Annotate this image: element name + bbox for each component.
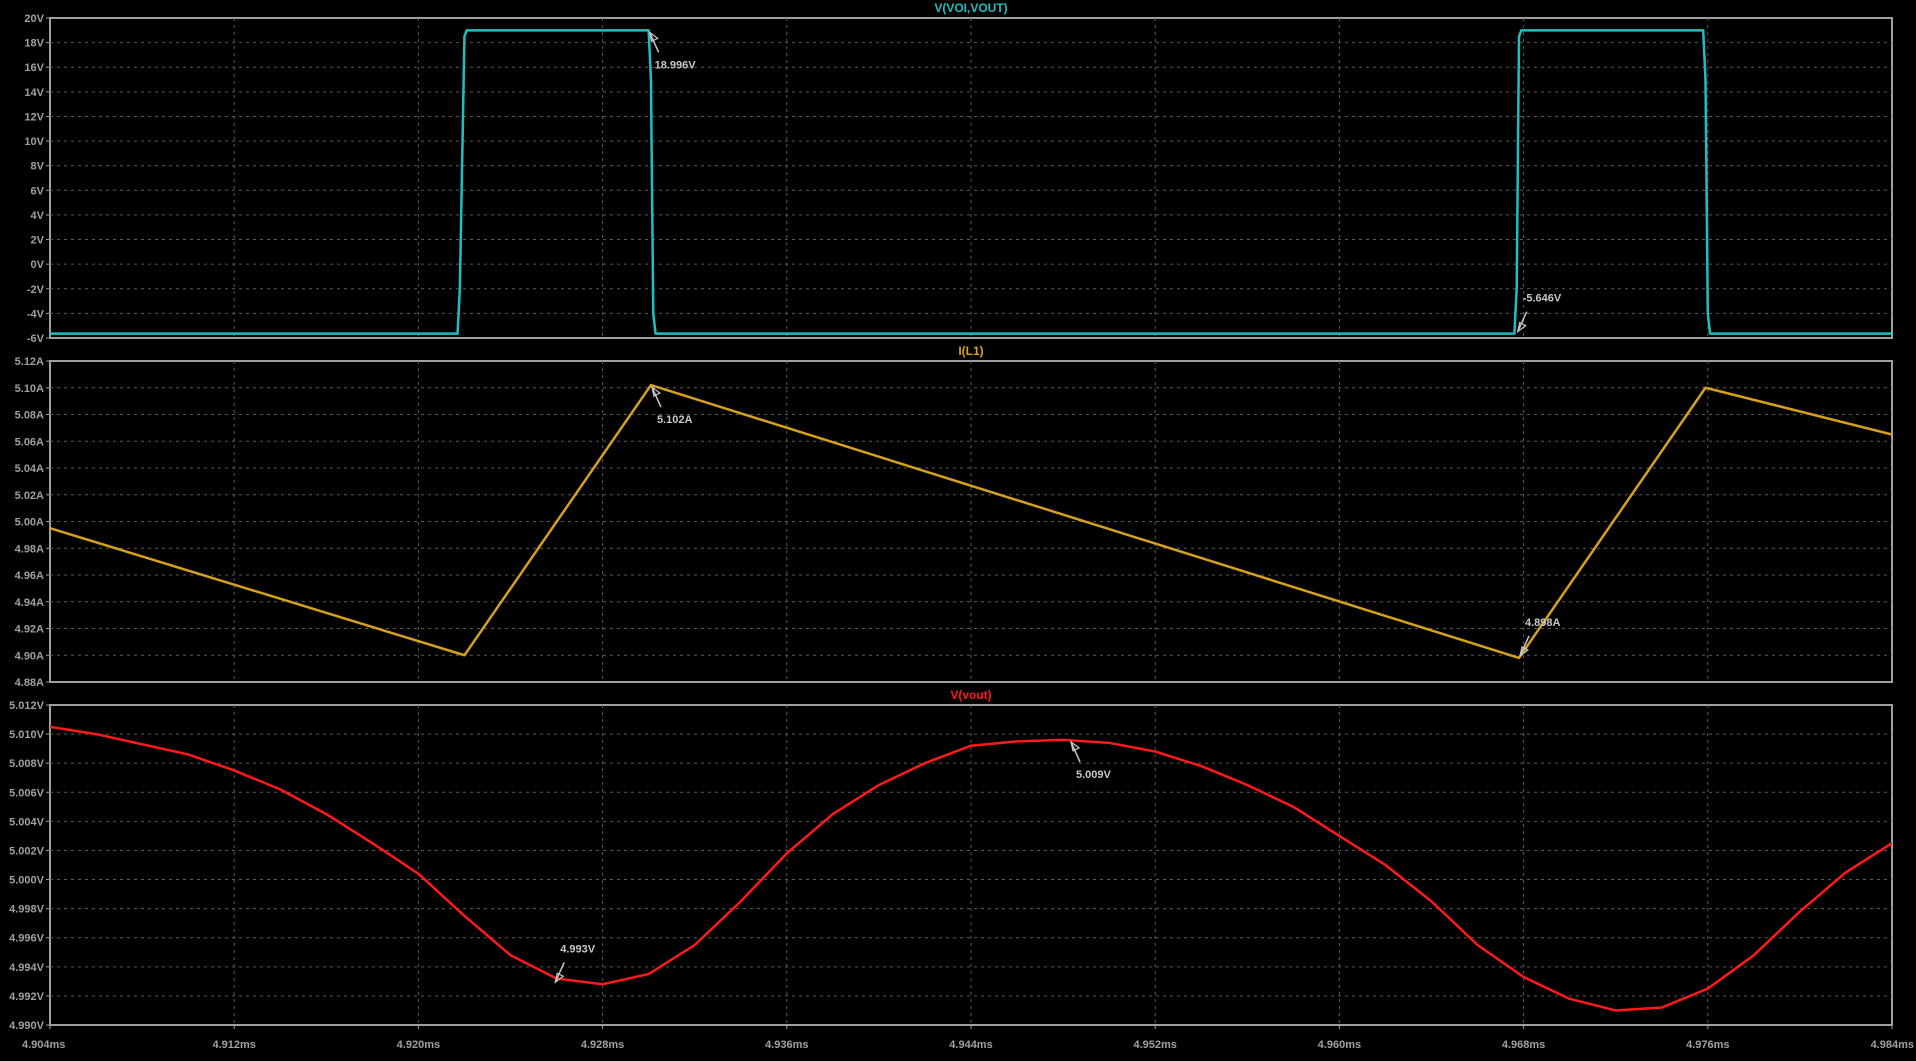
x-tick-label: 4.960ms [1318,1039,1361,1051]
waveform-plots: 20V 18V 16V 14V 12V 10V 8V 6V 4V 2V 0V -2V -4V -6V V(V… [9,1,1914,1051]
y-tick-label: 8V [31,161,45,173]
y-tick-label: 5.12A [15,356,44,368]
y-tick-label: 4.90A [15,650,44,662]
annotation-label: 4.993V [560,943,596,955]
x-tick-label: 4.952ms [1133,1039,1176,1051]
y-tick-label: 4.98A [15,543,44,555]
cursor-annotation: -5.646V [1516,293,1562,334]
y-tick-label: 4.94A [15,597,44,609]
y-tick-label: 5.08A [15,410,44,422]
y-tick-label: 5.06A [15,436,44,448]
annotation-arrow-head [1070,740,1081,752]
trace-title: V(VOI,VOUT) [934,1,1007,15]
y-tick-label: 5.004V [9,816,45,828]
y-tick-label: 5.000V [9,875,45,887]
x-tick-label: 4.944ms [949,1039,992,1051]
y-tick-label: 4.998V [9,904,45,916]
y-tick-label: 20V [24,13,44,25]
trace-title: V(vout) [950,688,991,702]
y-tick-label: -2V [27,284,45,296]
x-axis: 4.904ms 4.912ms 4.920ms 4.928ms 4.936ms 4.944… [22,1025,1914,1051]
y-tick-label: 4V [31,210,45,222]
y-tick-label: 5.008V [9,758,45,770]
y-tick-label: 16V [24,62,44,74]
pane-frame [49,704,1893,1026]
annotation-arrow-head [1516,321,1527,334]
annotation-label: 4.898A [1525,617,1561,629]
y-tick-label: 5.006V [9,787,45,799]
y-tick-label: 14V [24,87,44,99]
x-tick-label: 4.936ms [765,1039,808,1051]
annotation-label: 5.102A [657,414,693,426]
y-tick-label: 4.996V [9,933,45,945]
y-tick-label: 0V [31,259,45,271]
cursor-annotation: 5.009V [1070,740,1112,781]
cursor-annotation: 4.898A [1519,617,1561,658]
pane-frame [49,17,1893,339]
x-tick-label: 4.928ms [581,1039,624,1051]
y-tick-label: 6V [31,185,45,197]
annotation-label: 5.009V [1076,769,1112,781]
cursor-annotation: 4.993V [554,943,596,984]
x-tick-label: 4.904ms [22,1039,65,1051]
y-tick-label: 4.994V [9,962,45,974]
y-tick-label: 4.96A [15,570,44,582]
y-tick-label: 4.990V [9,1020,45,1032]
pane-1: 20V 18V 16V 14V 12V 10V 8V 6V 4V 2V 0V -2V -4V -6V V(V… [24,1,1893,345]
y-tick-label: 10V [24,136,44,148]
annotation-label: -5.646V [1523,293,1562,305]
y-tick-label: 5.00A [15,517,44,529]
trace-title: I(L1) [958,344,983,358]
y-tick-label: 2V [31,235,45,247]
y-tick-label: 4.88A [15,677,44,689]
y-tick-label: 5.010V [9,729,45,741]
x-tick-label: 4.968ms [1502,1039,1545,1051]
pane-frame [49,360,1893,683]
waveform-viewer: 20V 18V 16V 14V 12V 10V 8V 6V 4V 2V 0V -2V -4V -6V V(V… [0,0,1916,1056]
cursor-annotation: 18.996V [648,30,697,71]
y-tick-label: 5.04A [15,463,44,475]
y-tick-label: 4.92A [15,624,44,636]
y-tick-label: -6V [27,333,45,345]
y-tick-label: 5.002V [9,845,45,857]
x-tick-label: 4.920ms [397,1039,440,1051]
pane-2: 5.12A 5.10A 5.08A 5.06A 5.04A 5.02A 5.00A 4.98A… [15,344,1893,689]
y-tick-label: 12V [24,111,44,123]
y-tick-label: 4.992V [9,991,45,1003]
annotation-label: 18.996V [655,59,697,71]
pane-3: 5.012V 5.010V 5.008V 5.006V 5.004V 5.002V 5.00… [9,688,1893,1032]
annotation-arrow-head [648,30,659,43]
y-tick-label: -4V [27,308,45,320]
x-tick-label: 4.984ms [1871,1039,1914,1051]
x-tick-label: 4.912ms [212,1039,255,1051]
y-tick-label: 5.10A [15,383,44,395]
y-tick-label: 5.02A [15,490,44,502]
y-tick-label: 18V [24,38,44,50]
y-tick-label: 5.012V [9,700,45,712]
x-tick-label: 4.976ms [1686,1039,1729,1051]
